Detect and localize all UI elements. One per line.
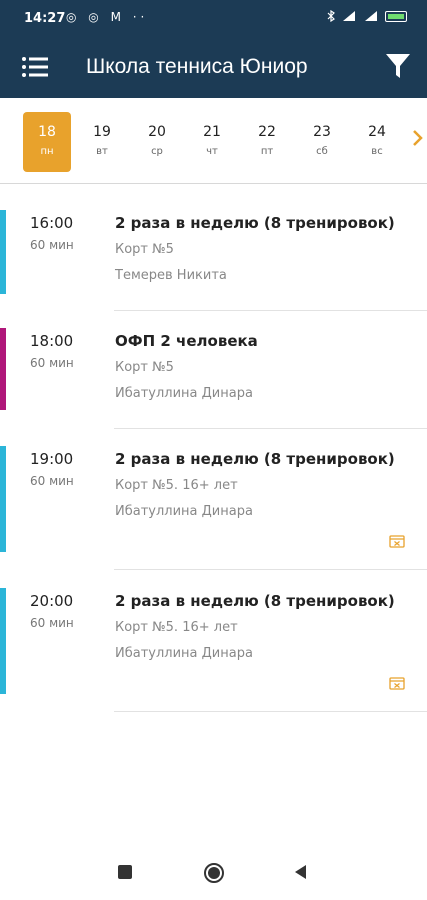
lesson-title: 2 раза в неделю (8 тренировок) <box>115 450 395 468</box>
lesson-time: 20:00 <box>30 592 74 610</box>
lesson-time: 18:00 <box>30 332 74 350</box>
lesson-color-bar <box>0 446 6 552</box>
date-item[interactable]: 23 сб <box>298 112 346 172</box>
date-number: 23 <box>313 124 331 140</box>
signal-icon <box>343 11 355 21</box>
date-strip: 18 пн 19 вт 20 ср 21 чт 22 пт 23 сб 24 в… <box>0 98 427 184</box>
lesson-time: 19:00 <box>30 450 74 468</box>
lesson-card[interactable]: 18:00 60 мин ОФП 2 человека Корт №5 Ибат… <box>0 328 427 446</box>
lesson-coach: Ибатуллина Динара <box>115 646 253 661</box>
lesson-card[interactable]: 16:00 60 мин 2 раза в неделю (8 трениров… <box>0 210 427 328</box>
bluetooth-icon <box>327 10 335 22</box>
date-item[interactable]: 18 пн <box>23 112 71 172</box>
date-number: 24 <box>368 124 386 140</box>
lesson-court: Корт №5 <box>115 242 174 257</box>
lesson-coach: Ибатуллина Динара <box>115 386 253 401</box>
lesson-color-bar <box>0 328 6 410</box>
signal-icon-2 <box>365 11 377 21</box>
divider <box>114 428 427 429</box>
lesson-title: 2 раза в неделю (8 тренировок) <box>115 214 395 232</box>
back-button[interactable] <box>292 863 308 881</box>
lesson-duration: 60 мин <box>30 474 74 488</box>
date-weekday: сб <box>316 146 328 157</box>
date-weekday: пт <box>260 146 274 157</box>
lesson-duration: 60 мин <box>30 356 74 370</box>
home-button[interactable] <box>203 862 225 884</box>
lesson-coach: Ибатуллина Динара <box>115 504 253 519</box>
lesson-court: Корт №5. 16+ лет <box>115 478 238 493</box>
filter-icon[interactable] <box>385 52 411 80</box>
date-number: 21 <box>203 124 221 140</box>
date-item[interactable]: 22 пт <box>243 112 291 172</box>
lesson-card[interactable]: 20:00 60 мин 2 раза в неделю (8 трениров… <box>0 588 427 712</box>
recents-button[interactable] <box>118 865 132 879</box>
lesson-time: 16:00 <box>30 214 74 232</box>
date-number: 20 <box>148 124 166 140</box>
date-weekday: пн <box>40 146 54 157</box>
date-item[interactable]: 21 чт <box>188 112 236 172</box>
app-bar: Школа тенниса Юниор <box>0 36 427 98</box>
page-title: Школа тенниса Юниор <box>86 55 308 78</box>
status-time: 14:27 <box>24 11 66 26</box>
receipt-icon[interactable] <box>389 676 405 690</box>
lesson-duration: 60 мин <box>30 616 74 630</box>
divider <box>114 569 427 570</box>
lesson-title: 2 раза в неделю (8 тренировок) <box>115 592 395 610</box>
system-icons <box>327 10 407 22</box>
date-number: 22 <box>258 124 276 140</box>
lesson-duration: 60 мин <box>30 238 74 252</box>
receipt-icon[interactable] <box>389 534 405 548</box>
chevron-right-icon[interactable] <box>411 128 425 148</box>
lesson-coach: Темерев Никита <box>115 268 227 283</box>
status-bar: 14:27 ◎ ◎ M ·· <box>0 0 427 36</box>
date-number: 19 <box>93 124 111 140</box>
date-item[interactable]: 20 ср <box>133 112 181 172</box>
date-number: 18 <box>38 124 56 140</box>
menu-icon[interactable] <box>22 56 48 78</box>
lesson-court: Корт №5 <box>115 360 174 375</box>
date-weekday: чт <box>206 146 218 157</box>
divider <box>114 310 427 311</box>
lesson-title: ОФП 2 человека <box>115 332 258 350</box>
battery-icon <box>385 10 407 22</box>
date-item[interactable]: 24 вс <box>353 112 401 172</box>
date-weekday: ср <box>151 146 163 157</box>
lesson-color-bar <box>0 210 6 294</box>
lesson-card[interactable]: 19:00 60 мин 2 раза в неделю (8 трениров… <box>0 446 427 570</box>
date-item[interactable]: 19 вт <box>78 112 126 172</box>
divider <box>114 711 427 712</box>
date-weekday: вс <box>371 146 383 157</box>
notification-icons: ◎ ◎ M ·· <box>66 10 149 24</box>
lesson-court: Корт №5. 16+ лет <box>115 620 238 635</box>
date-weekday: вт <box>96 146 108 157</box>
lesson-color-bar <box>0 588 6 694</box>
